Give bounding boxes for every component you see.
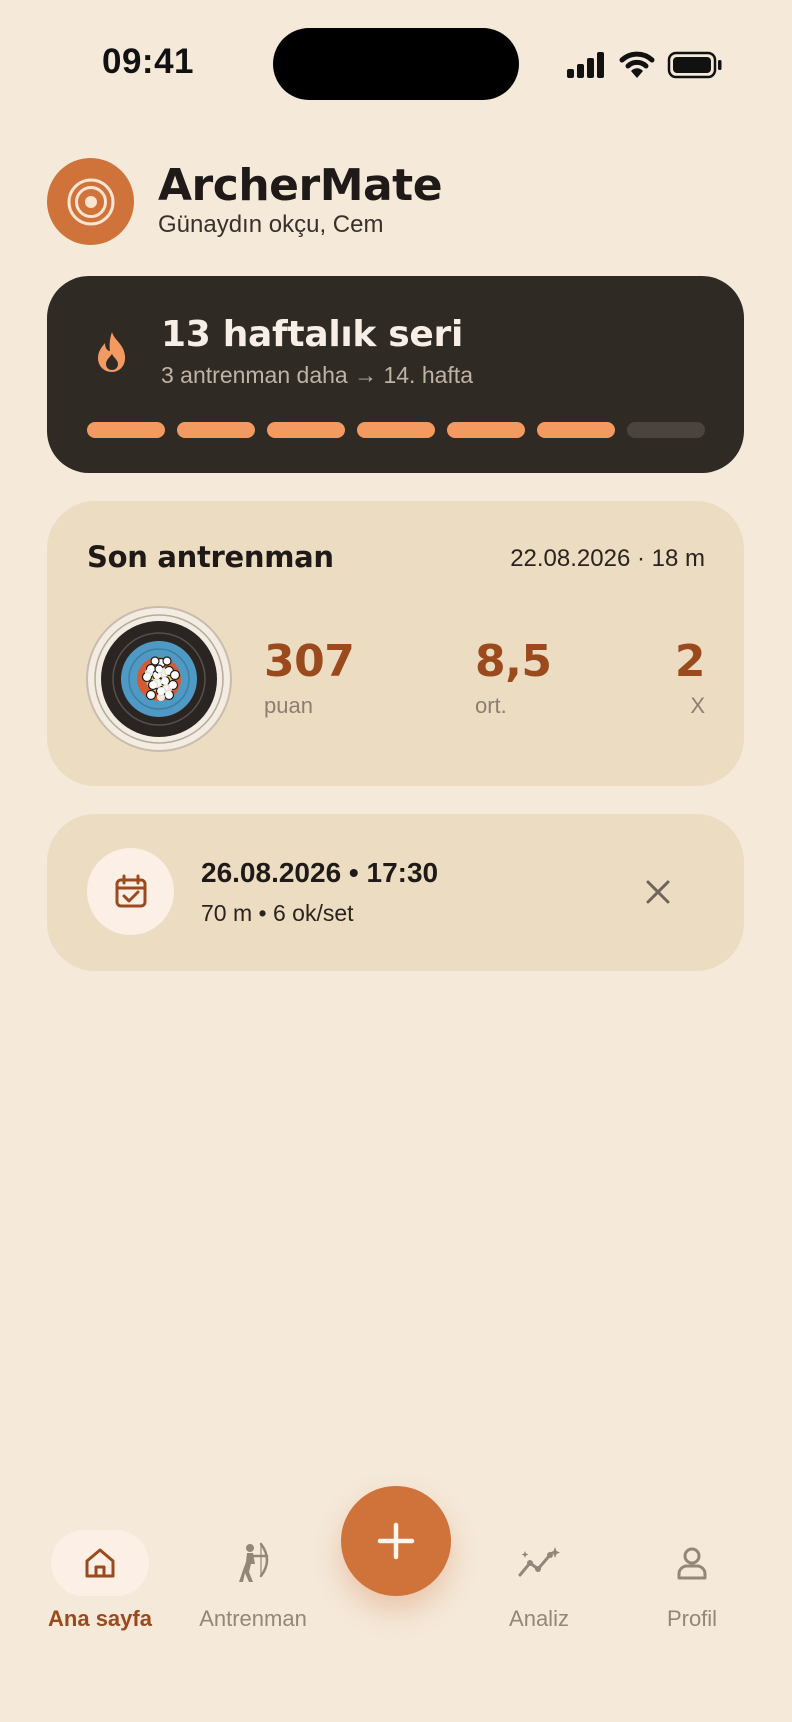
calendar-badge — [87, 848, 174, 935]
close-icon — [646, 880, 670, 904]
stat-score-value: 307 — [264, 636, 355, 687]
streak-title: 13 haftalık seri — [161, 314, 464, 355]
last-session-title: Son antrenman — [87, 540, 334, 574]
nav-label-profile: Profil — [666, 1606, 718, 1631]
stat-average-label: ort. — [475, 693, 507, 718]
target-icon — [67, 178, 114, 225]
stat-x-value: 2 — [674, 636, 706, 687]
dynamic-island — [273, 28, 519, 100]
nav-item-home[interactable]: Ana sayfa — [30, 1530, 170, 1632]
nav-training-wrap — [204, 1530, 302, 1596]
streak-subtitle: 3 antrenman daha → 14. hafta — [161, 362, 473, 388]
nav-label-home: Ana sayfa — [48, 1606, 152, 1631]
upcoming-details: 70 m • 6 ok/set — [201, 900, 354, 926]
stat-x-label: X — [690, 693, 705, 718]
streak-segment — [357, 422, 435, 438]
last-session-meta: 22.08.2026 · 18 m — [510, 545, 705, 572]
nav-analysis-wrap — [490, 1530, 588, 1596]
analytics-icon — [518, 1547, 560, 1577]
stat-average: 8,5 ort. — [475, 636, 552, 719]
streak-segment — [177, 422, 255, 438]
stat-score-label: puan — [264, 693, 313, 718]
signal-icon — [567, 52, 604, 78]
home-icon — [85, 1548, 115, 1578]
nav-item-training[interactable]: Antrenman — [183, 1530, 323, 1632]
plus-icon — [377, 1522, 415, 1560]
streak-segment — [537, 422, 615, 438]
streak-segment — [267, 422, 345, 438]
stat-score: 307 puan — [264, 636, 355, 719]
profile-icon — [677, 1547, 707, 1580]
nav-label-training: Antrenman — [199, 1606, 307, 1631]
battery-icon — [667, 51, 722, 79]
nav-item-analysis[interactable]: Analiz — [469, 1530, 609, 1632]
dismiss-button[interactable] — [638, 872, 678, 912]
add-session-button[interactable] — [341, 1486, 451, 1596]
streak-segment — [87, 422, 165, 438]
greeting-text: Günaydın okçu, Cem — [158, 211, 384, 238]
nav-home-pill — [51, 1530, 149, 1596]
target-face-thumbnail — [86, 606, 232, 752]
app-logo — [47, 158, 134, 245]
nav-profile-wrap — [643, 1530, 741, 1596]
archer-icon — [239, 1542, 269, 1582]
app-title: ArcherMate — [158, 160, 443, 211]
nav-item-profile[interactable]: Profil — [622, 1530, 762, 1632]
status-icons — [567, 48, 723, 82]
streak-segment — [627, 422, 705, 438]
streak-segment — [447, 422, 525, 438]
flame-icon — [98, 332, 126, 372]
wifi-icon — [619, 51, 655, 78]
status-time: 09:41 — [102, 42, 195, 81]
home-screen: 09:41 ArcherMate Günaydın okçu, Cem 13 h… — [0, 0, 792, 1722]
streak-progress — [87, 422, 705, 438]
calendar-check-icon — [115, 874, 146, 907]
nav-label-analysis: Analiz — [509, 1606, 569, 1631]
stat-average-value: 8,5 — [475, 636, 552, 687]
stat-x-count: 2 X — [674, 636, 706, 719]
upcoming-date-time: 26.08.2026 • 17:30 — [201, 857, 439, 888]
